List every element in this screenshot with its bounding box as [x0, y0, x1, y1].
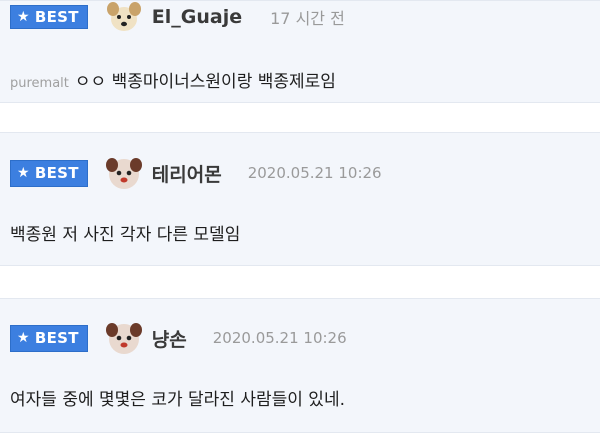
comment-text: ㅇㅇ 백종마이너스원이랑 백종제로임 — [74, 72, 336, 92]
comment-time: 17 시간 전 — [270, 9, 345, 28]
comment-author[interactable]: El_Guaje — [152, 6, 242, 28]
comment-card: ★ BEST 테리어몬 2020.05.21 10:26 백종원 저 사진 각자… — [0, 132, 600, 266]
best-badge-label: BEST — [34, 329, 79, 347]
comment-author[interactable]: 테리어몬 — [152, 160, 222, 187]
star-icon: ★ — [17, 330, 30, 346]
best-badge-label: BEST — [34, 164, 79, 182]
dog-avatar-icon[interactable] — [104, 318, 144, 358]
comment-time: 2020.05.21 10:26 — [247, 164, 382, 182]
reply-to-user[interactable]: puremalt — [10, 76, 69, 91]
comment-time: 2020.05.21 10:26 — [212, 329, 347, 347]
best-badge: ★ BEST — [10, 5, 88, 29]
star-icon: ★ — [17, 165, 30, 181]
comment-text: 백종원 저 사진 각자 다른 모델임 — [10, 225, 241, 245]
comment-header: ★ BEST 냥손 2020.05.21 10:26 — [10, 318, 347, 358]
comment-text: 여자들 중에 몇몇은 코가 달라진 사람들이 있네. — [10, 390, 345, 410]
best-badge-label: BEST — [34, 8, 79, 26]
comment-list: ★ BEST El_Guaje 17 시간 전 puremalt ㅇㅇ 백종마이너… — [0, 0, 600, 448]
best-badge: ★ BEST — [10, 159, 88, 187]
dog-avatar-icon[interactable] — [104, 0, 144, 35]
comment-header: ★ BEST El_Guaje 17 시간 전 — [10, 0, 345, 35]
best-badge: ★ BEST — [10, 324, 88, 352]
comment-author[interactable]: 냥손 — [152, 325, 187, 352]
comment-body: puremalt ㅇㅇ 백종마이너스원이랑 백종제로임 — [10, 67, 336, 92]
dog-avatar-icon[interactable] — [104, 153, 144, 193]
comment-header: ★ BEST 테리어몬 2020.05.21 10:26 — [10, 153, 382, 193]
star-icon: ★ — [17, 9, 30, 25]
comment-card: ★ BEST El_Guaje 17 시간 전 puremalt ㅇㅇ 백종마이너… — [0, 0, 600, 103]
comment-card: ★ BEST 냥손 2020.05.21 10:26 여자들 중에 몇몇은 코가… — [0, 298, 600, 433]
